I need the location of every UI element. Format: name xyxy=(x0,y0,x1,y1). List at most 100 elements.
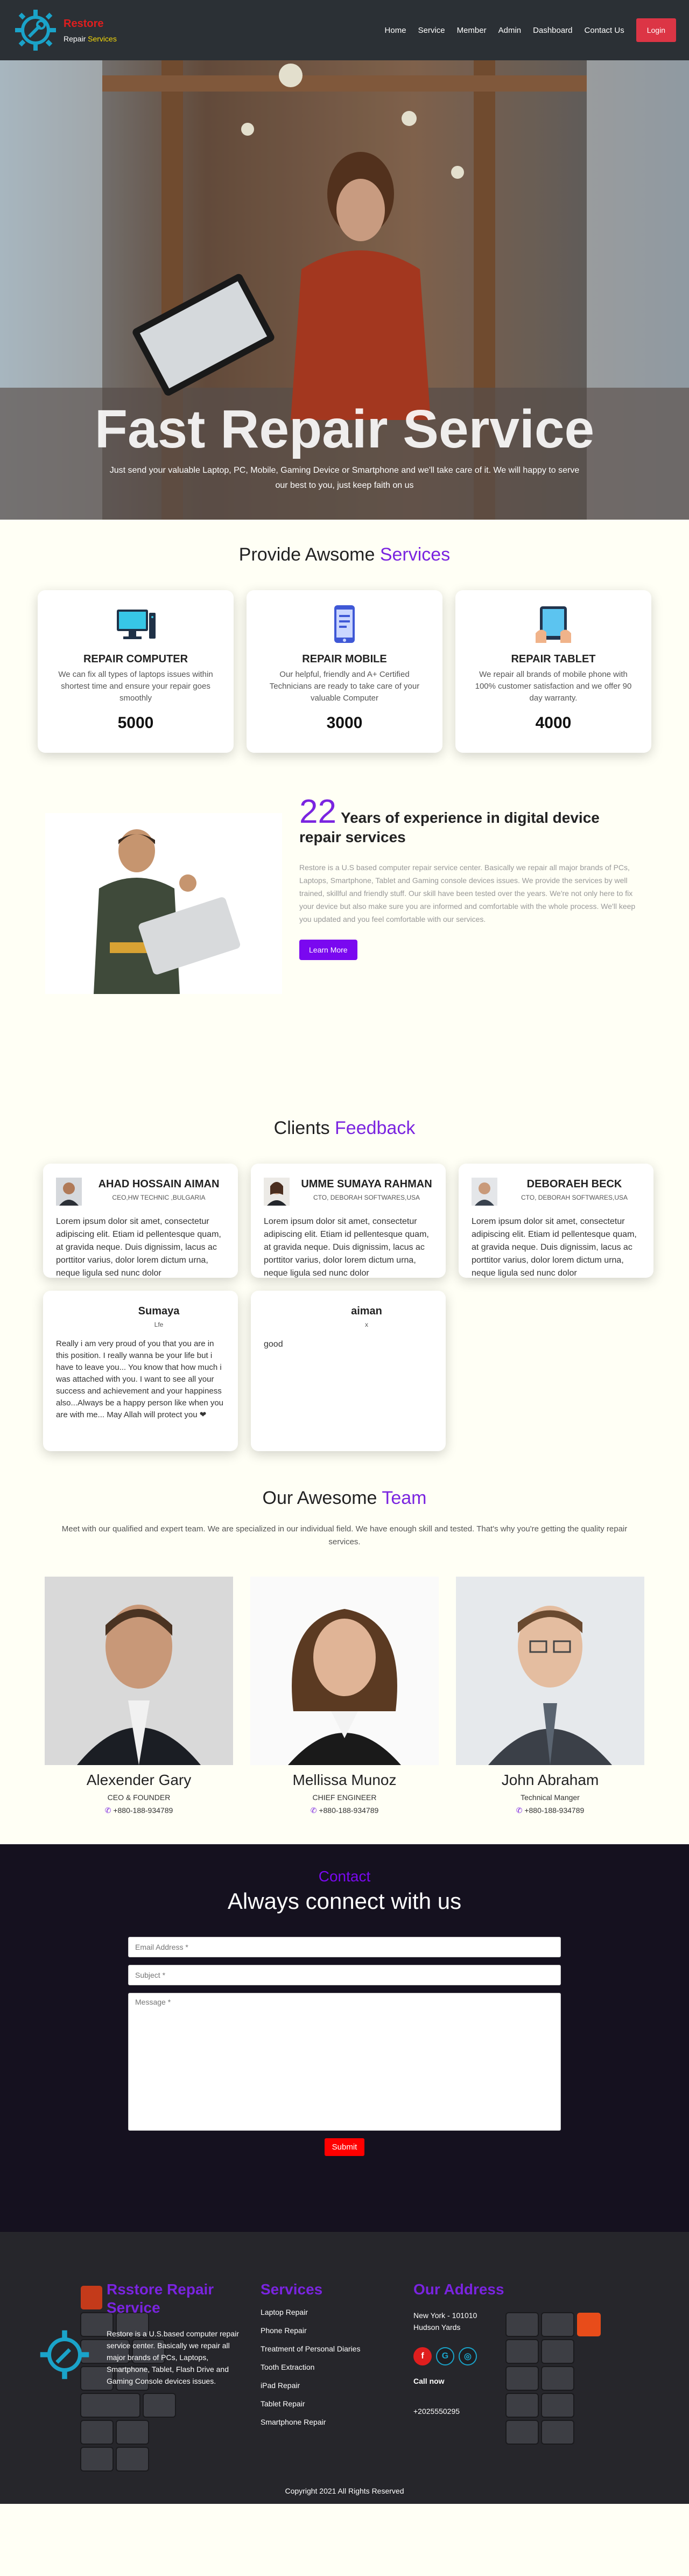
nav-member[interactable]: Member xyxy=(457,26,487,35)
brand-tagline: Repair Services xyxy=(64,34,117,43)
nav-dashboard[interactable]: Dashboard xyxy=(533,26,572,35)
submit-button[interactable]: Submit xyxy=(324,2138,365,2156)
footer-service-link[interactable]: Treatment of Personal Diaries xyxy=(261,2340,400,2358)
member-phone: ✆ +880-188-934789 xyxy=(516,1806,585,1815)
google-plus-icon[interactable]: G xyxy=(436,2347,454,2365)
footer-services: Services Laptop Repair Phone Repair Trea… xyxy=(261,2280,400,2431)
feedback-card: AHAD HOSSAIN AIMAN CEO,HW TECHNIC ,BULGAR… xyxy=(43,1164,238,1278)
service-name: REPAIR MOBILE xyxy=(302,653,387,665)
feedback-section: Clients Feedback AHAD HOSSAIN AIMAN CEO,H… xyxy=(0,1118,689,1451)
footer-about-title: Rsstore Repair Service xyxy=(107,2281,214,2316)
member-phone: ✆ +880-188-934789 xyxy=(310,1806,379,1815)
avatar xyxy=(472,1178,497,1206)
member-photo xyxy=(250,1577,439,1765)
hero-title: Fast Repair Service xyxy=(94,399,595,459)
gear-wrench-logo-icon xyxy=(15,10,56,51)
team-member: Mellissa Munoz CHIEF ENGINEER ✆ +880-188… xyxy=(250,1577,439,1815)
team-section: Our Awesome Team Meet with our qualified… xyxy=(0,1488,689,1815)
footer-service-link[interactable]: Tablet Repair xyxy=(261,2395,400,2413)
footer-address-title: Our Address xyxy=(413,2281,504,2298)
avatar xyxy=(56,1178,82,1206)
learn-more-button[interactable]: Learn More xyxy=(299,940,357,960)
footer-services-title: Services xyxy=(261,2281,323,2298)
footer-service-link[interactable]: Laptop Repair xyxy=(261,2303,400,2321)
footer-phone[interactable]: +2025550295 xyxy=(413,2405,543,2417)
member-photo xyxy=(45,1577,233,1765)
footer-service-link[interactable]: Tooth Extraction xyxy=(261,2358,400,2376)
main-menu: Home Service Member Admin Dashboard Cont… xyxy=(385,18,676,42)
facebook-icon[interactable]: f xyxy=(413,2347,432,2365)
member-name: Alexender Gary xyxy=(86,1772,192,1788)
client-review: Really i am very proud of you that you a… xyxy=(56,1339,224,1419)
contact-form: Submit xyxy=(128,1937,561,2156)
about-text: Restore is a U.S based computer repair s… xyxy=(299,863,636,923)
nav-contact-us[interactable]: Contact Us xyxy=(585,26,624,35)
footer-service-link[interactable]: Smartphone Repair xyxy=(261,2413,400,2431)
about-section: 22 Years of experience in digital device … xyxy=(0,795,689,994)
service-card-computer[interactable]: REPAIR COMPUTER We can fix all types of … xyxy=(38,590,234,753)
nav-service[interactable]: Service xyxy=(418,26,445,35)
contact-title: Always connect with us xyxy=(227,1888,462,1914)
member-name: John Abraham xyxy=(501,1772,599,1788)
nav-admin[interactable]: Admin xyxy=(498,26,522,35)
email-field[interactable] xyxy=(128,1937,561,1957)
message-field[interactable] xyxy=(128,1993,561,2131)
service-count: 5000 xyxy=(117,714,154,732)
footer-service-link[interactable]: Phone Repair xyxy=(261,2321,400,2340)
member-role: CHIEF ENGINEER xyxy=(312,1793,377,1802)
team-member: John Abraham Technical Manger ✆ +880-188… xyxy=(456,1577,644,1815)
footer-gear-logo-icon xyxy=(40,2330,89,2379)
client-role: x xyxy=(365,1321,368,1328)
team-member: Alexender Gary CEO & FOUNDER ✆ +880-188-… xyxy=(45,1577,233,1815)
feedback-card: aiman x good xyxy=(251,1291,446,1451)
phone-icon: ✆ xyxy=(104,1806,111,1815)
login-button[interactable]: Login xyxy=(636,18,676,42)
about-body: 22 Years of experience in digital device … xyxy=(299,795,644,960)
footer-address: Our Address New York - 101010 Hudson Yar… xyxy=(413,2280,543,2417)
member-photo xyxy=(456,1577,644,1765)
phone-icon: ✆ xyxy=(516,1806,523,1815)
contact-kicker: Contact xyxy=(318,1868,371,1885)
service-name: REPAIR TABLET xyxy=(511,653,596,665)
contact-section: Contact Always connect with us Submit xyxy=(0,1844,689,2232)
computer-icon xyxy=(117,610,156,639)
feedback-card: DEBORAEH BECK CTO, DEBORAH SOFTWARES,USA … xyxy=(459,1164,653,1278)
footer-service-link[interactable]: iPad Repair xyxy=(261,2376,400,2395)
client-review: Lorem ipsum dolor sit amet, consectetur … xyxy=(264,1217,429,1278)
services-title: Provide Awsome Services xyxy=(238,544,451,565)
client-name: aiman xyxy=(351,1305,382,1317)
mobile-icon xyxy=(334,605,355,643)
technician-photo xyxy=(45,813,282,994)
service-desc: Our helpful, friendly and A+ Certified T… xyxy=(269,670,420,703)
client-review: Lorem ipsum dolor sit amet, consectetur … xyxy=(472,1217,637,1278)
member-name: Mellissa Munoz xyxy=(292,1772,397,1788)
instagram-icon[interactable]: ◎ xyxy=(459,2347,477,2365)
service-card-mobile[interactable]: REPAIR MOBILE Our helpful, friendly and … xyxy=(247,590,442,753)
footer-address-text: New York - 101010 Hudson Yards xyxy=(413,2311,477,2332)
service-name: REPAIR COMPUTER xyxy=(83,653,188,665)
member-role: Technical Manger xyxy=(521,1793,580,1802)
client-role: CTO, DEBORAH SOFTWARES,USA xyxy=(313,1194,420,1201)
nav-home[interactable]: Home xyxy=(385,26,406,35)
service-cards: REPAIR COMPUTER We can fix all types of … xyxy=(0,590,689,753)
brand-name: Restore xyxy=(64,17,104,30)
tablet-icon xyxy=(536,606,571,643)
hero-subtitle: Just send your valuable Laptop, PC, Mobi… xyxy=(109,466,580,490)
call-now-label: Call now xyxy=(413,2377,445,2385)
feedback-card: UMME SUMAYA RAHMAN CTO, DEBORAH SOFTWARES… xyxy=(251,1164,446,1278)
member-role: CEO & FOUNDER xyxy=(107,1793,171,1802)
copyright: Copyright 2021 All Rights Reserved xyxy=(285,2487,404,2495)
client-role: Lfe xyxy=(154,1321,164,1328)
feedback-card: Sumaya Lfe Really i am very proud of you … xyxy=(43,1291,238,1451)
avatar xyxy=(56,1305,82,1333)
service-desc: We can fix all types of laptops issues w… xyxy=(58,670,213,703)
client-name: UMME SUMAYA RAHMAN xyxy=(301,1178,432,1190)
avatar xyxy=(264,1305,290,1333)
feedback-grid: AHAD HOSSAIN AIMAN CEO,HW TECHNIC ,BULGAR… xyxy=(0,1164,689,1451)
subject-field[interactable] xyxy=(128,1965,561,1985)
service-card-tablet[interactable]: REPAIR TABLET We repair all brands of mo… xyxy=(455,590,651,753)
logo[interactable]: Restore Repair Services xyxy=(13,8,117,53)
client-name: Sumaya xyxy=(138,1305,180,1317)
footer-about: Rsstore Repair Service Restore is a U.S.… xyxy=(107,2280,242,2387)
client-review: Lorem ipsum dolor sit amet, consectetur … xyxy=(56,1217,221,1278)
